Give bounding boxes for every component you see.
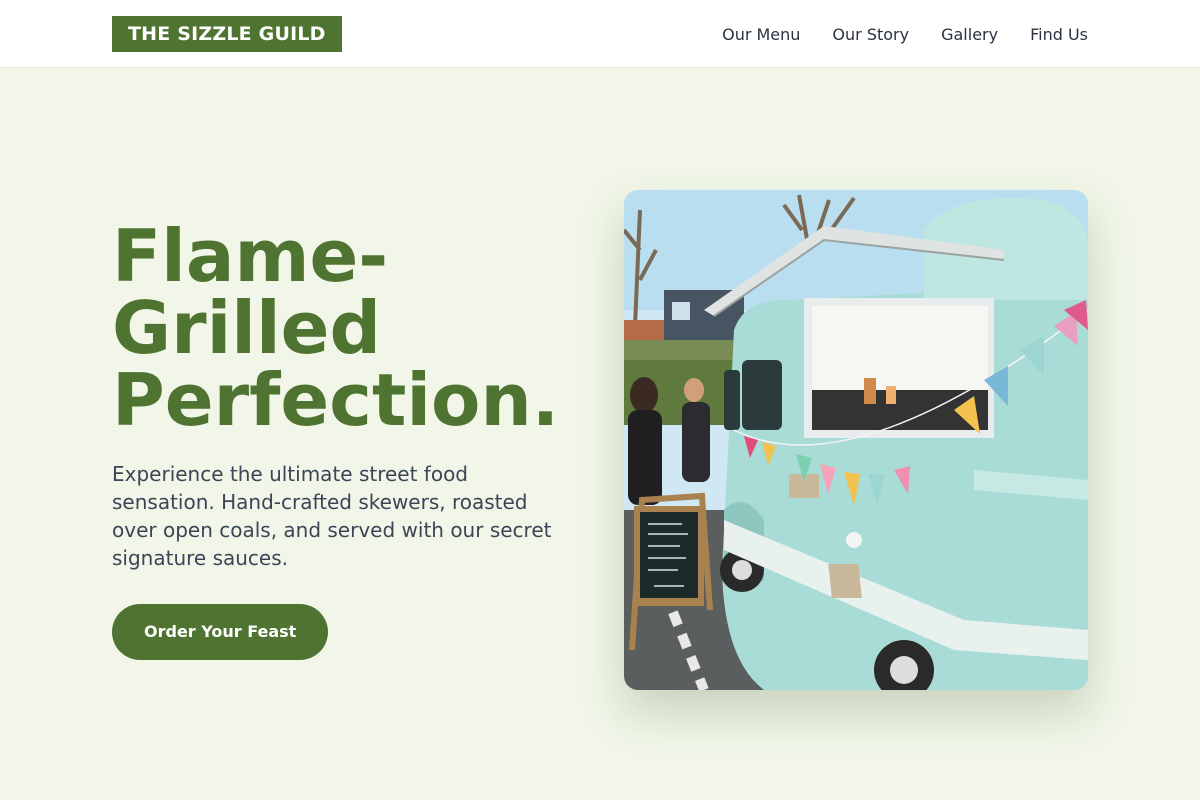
nav-link-find-us[interactable]: Find Us	[1030, 25, 1088, 44]
site-header: THE SIZZLE GUILD Our Menu Our Story Gall…	[0, 0, 1200, 68]
nav-link-our-menu[interactable]: Our Menu	[722, 25, 800, 44]
hero-title: Flame- Grilled Perfection.	[112, 220, 592, 436]
hero-title-line: Perfection.	[112, 358, 560, 442]
hero-title-line: Grilled	[112, 286, 382, 370]
hero-title-line: Flame-	[112, 214, 389, 298]
food-truck-illustration	[624, 190, 1088, 690]
brand-logo[interactable]: THE SIZZLE GUILD	[112, 16, 342, 52]
main-nav: Our Menu Our Story Gallery Find Us	[722, 0, 1088, 68]
food-truck-photo	[624, 190, 1088, 690]
nav-link-our-story[interactable]: Our Story	[832, 25, 909, 44]
order-feast-button[interactable]: Order Your Feast	[112, 604, 329, 660]
hero-description: Experience the ultimate street food sens…	[112, 462, 552, 570]
nav-link-gallery[interactable]: Gallery	[941, 25, 998, 44]
